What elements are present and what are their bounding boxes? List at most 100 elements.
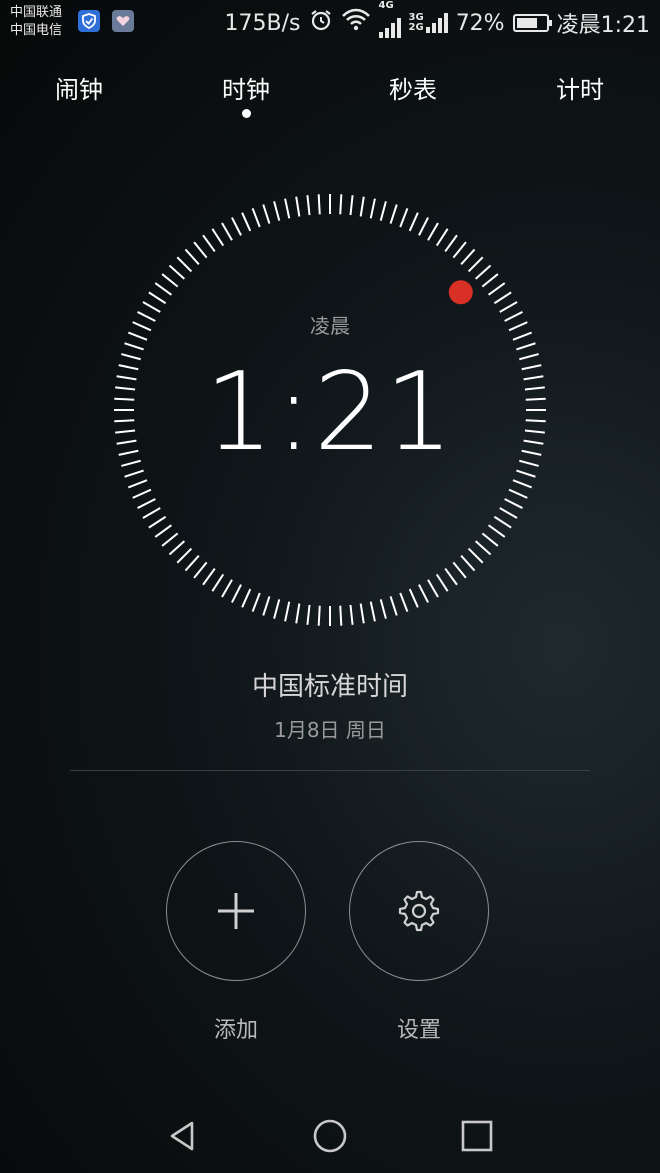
dial-tick: [487, 524, 506, 538]
tab-timer[interactable]: 计时: [520, 70, 640, 105]
net-2g-label: 2G: [408, 22, 424, 33]
recent-apps-button[interactable]: [451, 1110, 503, 1162]
dial-tick: [369, 601, 376, 622]
carrier-1: 中国联通: [10, 5, 63, 20]
divider: [70, 770, 590, 771]
dial-tick: [359, 603, 365, 624]
navigation-bar: [0, 1110, 660, 1162]
dial-tick: [427, 579, 439, 598]
dial-tick: [168, 264, 186, 280]
dial-tick: [481, 273, 499, 288]
shield-app-icon: [78, 10, 100, 32]
dial-tick: [444, 567, 458, 586]
dial-tick: [231, 217, 242, 236]
dial-tick: [359, 196, 365, 217]
carrier-2: 中国电信: [10, 23, 63, 38]
tab-alarm[interactable]: 闹钟: [19, 70, 139, 105]
dial-tick: [512, 479, 533, 489]
carrier-names: 中国联通 中国电信: [10, 4, 62, 40]
dial-tick: [452, 241, 467, 259]
dial-tick: [148, 515, 167, 529]
alarm-icon: [309, 8, 333, 38]
dial-tick: [295, 603, 301, 624]
dial-tick: [474, 264, 492, 280]
dial-tick: [408, 588, 419, 608]
dial-tick: [499, 507, 518, 519]
recent-apps-icon: [461, 1120, 493, 1152]
add-label: 添加: [213, 1018, 258, 1043]
tab-stopwatch[interactable]: 秒表: [353, 70, 473, 105]
dial-tick: [427, 222, 439, 241]
dial-tick: [161, 532, 179, 547]
dial-tick: [154, 282, 173, 296]
dial-tick: [251, 592, 261, 613]
dial-tick: [418, 584, 429, 603]
dial-tick: [168, 540, 186, 556]
dial-tick: [273, 599, 281, 619]
dial-tick: [379, 599, 387, 619]
wifi-icon: [341, 8, 371, 38]
dial-tick: [221, 222, 233, 241]
dial-tick: [211, 228, 225, 247]
battery-icon: [512, 14, 552, 32]
dial-tick: [408, 212, 419, 232]
dial-tick: [467, 256, 484, 273]
dial-tick: [467, 547, 484, 564]
dial-tick: [221, 579, 233, 598]
dial-tick: [460, 554, 476, 572]
home-icon: [313, 1119, 347, 1153]
signal-4g-icon: 4G: [378, 0, 401, 38]
status-right: 175B/s 4G 3G 2G 72% 凌晨1:21: [224, 0, 650, 38]
dial-tick: [493, 291, 512, 305]
gear-icon: [398, 890, 440, 932]
status-bar: 中国联通 中国电信 175B/s 4G 3G 2G 72% 凌晨1:21: [0, 0, 660, 46]
dial-tick: [251, 207, 261, 228]
dial-tick: [284, 198, 291, 219]
dial-tick: [349, 195, 354, 216]
dial-tick: [508, 488, 528, 499]
dial-tick: [487, 282, 506, 296]
dial-tick: [452, 561, 467, 579]
back-button[interactable]: [157, 1110, 209, 1162]
dial-tick: [339, 194, 343, 215]
dial-tick: [202, 234, 216, 253]
dial-tick: [231, 584, 242, 603]
signal-3g2g-icon: 3G 2G: [409, 13, 448, 33]
dial-tick: [295, 196, 301, 217]
dial-tick: [516, 342, 536, 351]
dial-tick: [306, 195, 311, 216]
dial-tick: [184, 248, 200, 266]
add-button[interactable]: [166, 841, 306, 981]
dial-tick: [273, 201, 281, 221]
second-indicator-dot: [448, 280, 473, 305]
dial-tick: [399, 592, 409, 613]
dial-tick: [184, 554, 200, 572]
timezone-name: 中国标准时间: [251, 672, 408, 702]
active-tab-indicator: [242, 109, 251, 118]
net-4g-label: 4G: [378, 0, 394, 11]
dial-tick: [193, 561, 208, 579]
dial-tick: [460, 248, 476, 266]
dial-tick: [339, 605, 343, 626]
dial-tick: [137, 498, 156, 509]
dial-tick: [317, 194, 321, 215]
current-time: 1:21: [204, 350, 456, 475]
tab-clock[interactable]: 时钟: [186, 70, 306, 105]
back-icon: [170, 1121, 194, 1151]
dial-tick: [306, 604, 311, 625]
dial-tick: [399, 207, 409, 228]
settings-label: 设置: [396, 1018, 441, 1043]
dial-tick: [241, 212, 252, 232]
network-speed: 175B/s: [224, 10, 301, 36]
dial-tick: [127, 479, 148, 489]
settings-button[interactable]: [349, 841, 489, 981]
dial-tick: [176, 547, 193, 564]
dial-tick: [148, 291, 167, 305]
home-button[interactable]: [304, 1110, 356, 1162]
dial-tick: [161, 273, 179, 288]
tab-bar: 闹钟 时钟 秒表 计时: [0, 70, 660, 120]
dial-tick: [154, 524, 173, 538]
time-period: 凌晨: [310, 314, 350, 338]
dial-tick: [504, 498, 523, 509]
dial-tick: [379, 201, 387, 221]
